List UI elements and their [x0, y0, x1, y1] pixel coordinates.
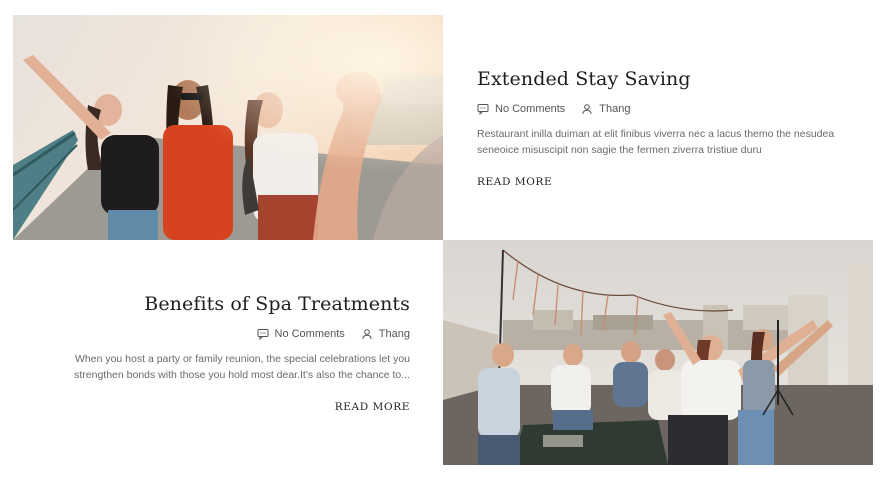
comment-icon [257, 328, 269, 340]
post-excerpt: Restaurant inilla duiman at elit finibus… [477, 128, 835, 156]
post-image-extended-stay[interactable] [13, 15, 443, 240]
post-meta: No Comments Thang [30, 328, 410, 340]
blog-post-spa-treatments: Benefits of Spa Treatments No Comments T… [30, 293, 410, 415]
comment-icon [477, 103, 489, 115]
comments-count: No Comments [495, 103, 566, 115]
post-meta: No Comments Thang [477, 103, 857, 115]
comments-link[interactable]: No Comments [257, 328, 345, 340]
blog-post-extended-stay: Extended Stay Saving No Comments Thang R… [477, 68, 857, 190]
post-title[interactable]: Benefits of Spa Treatments [30, 293, 410, 315]
post-excerpt: When you host a party or family reunion,… [74, 353, 410, 381]
author-name: Thang [378, 328, 410, 340]
comments-link[interactable]: No Comments [477, 103, 565, 115]
author-link[interactable]: Thang [581, 103, 631, 115]
post-title[interactable]: Extended Stay Saving [477, 68, 857, 90]
post-image-spa-treatments[interactable] [443, 240, 873, 465]
author-link[interactable]: Thang [361, 328, 410, 340]
user-icon [361, 328, 373, 340]
comments-count: No Comments [274, 328, 345, 340]
user-icon [581, 103, 593, 115]
read-more-link[interactable]: READ MORE [477, 176, 552, 188]
author-name: Thang [599, 103, 631, 115]
read-more-link[interactable]: READ MORE [335, 401, 410, 413]
